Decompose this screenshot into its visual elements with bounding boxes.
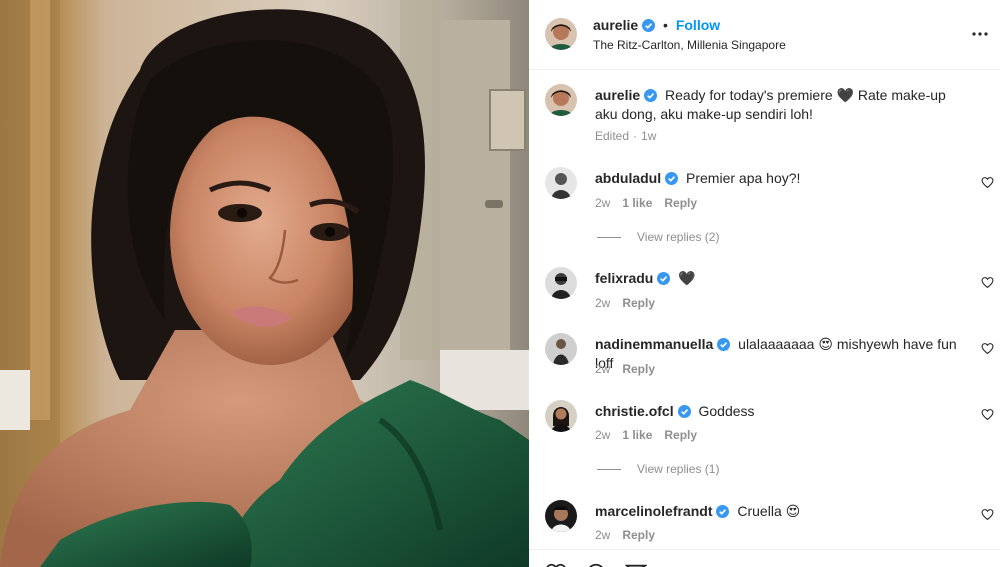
comment-username[interactable]: nadinemmanuella	[595, 336, 713, 352]
caption-avatar[interactable]	[545, 84, 577, 116]
comment-likes-count[interactable]: 1 like	[622, 196, 652, 210]
comment-likes-count[interactable]: 1 like	[622, 428, 652, 442]
reply-button[interactable]: Reply	[622, 528, 655, 542]
comment-text-block: marcelinolefrandt Cruella 😍	[595, 502, 975, 521]
comment-time: 2w	[595, 528, 611, 542]
post-detail-panel: aurelie • Follow The Ritz-Carlton, Mille…	[529, 0, 1000, 567]
verified-badge-icon	[665, 172, 679, 185]
post-image-selfie	[0, 0, 529, 567]
caption-avatar-image	[545, 84, 577, 116]
view-replies-line	[597, 469, 621, 471]
caption-edited-label: Edited	[595, 129, 630, 143]
follow-button[interactable]: Follow	[676, 17, 720, 33]
header-separator: •	[663, 17, 668, 33]
like-heart-icon[interactable]	[981, 408, 994, 421]
verified-badge-icon	[644, 89, 658, 102]
reply-button[interactable]: Reply	[622, 362, 655, 376]
caption-username[interactable]: aurelie	[595, 87, 640, 103]
view-replies-line	[597, 237, 621, 239]
author-avatar-image	[545, 18, 577, 50]
comment-icon[interactable]	[585, 562, 607, 567]
comment-time: 2w	[595, 362, 611, 376]
comment-text-block: felixradu 🖤	[595, 269, 975, 288]
like-heart-icon[interactable]	[981, 276, 994, 289]
comment-text: Cruella 😍	[733, 503, 801, 519]
view-replies-label: View replies (2)	[637, 230, 720, 244]
comment-text: Goddess	[694, 403, 755, 419]
verified-badge-icon	[717, 338, 731, 351]
share-icon[interactable]	[625, 562, 647, 567]
author-avatar[interactable]	[545, 18, 577, 50]
commenter-avatar-image	[545, 267, 577, 299]
comment-meta: 2w Reply	[595, 296, 667, 310]
comment-time: 2w	[595, 196, 611, 210]
verified-badge-icon	[677, 405, 691, 418]
post-header: aurelie • Follow The Ritz-Carlton, Mille…	[529, 0, 1000, 70]
action-bar	[529, 549, 1000, 567]
comment-text-block: abduladul Premier apa hoy?!	[595, 169, 975, 188]
post-photo[interactable]	[0, 0, 529, 567]
comment-username[interactable]: abduladul	[595, 170, 661, 186]
comment-username[interactable]: christie.ofcl	[595, 403, 674, 419]
like-heart-icon[interactable]	[981, 508, 994, 521]
comment-text: Premier apa hoy?!	[682, 170, 801, 186]
caption-time: 1w	[641, 129, 657, 143]
like-heart-icon[interactable]	[545, 562, 567, 567]
verified-badge-icon	[657, 272, 671, 285]
view-replies-link[interactable]: View replies (2)	[597, 230, 719, 244]
comment-text: 🖤	[674, 270, 696, 286]
comment-avatar[interactable]	[545, 500, 577, 532]
author-username[interactable]: aurelie	[593, 17, 638, 33]
verified-badge-icon	[716, 505, 730, 518]
caption-meta: Edited · 1w	[595, 129, 657, 143]
comment-meta: 2w 1 like Reply	[595, 196, 709, 210]
more-options-icon[interactable]	[972, 26, 988, 47]
comment-meta: 2w Reply	[595, 362, 667, 376]
more-horizontal-icon	[972, 32, 988, 36]
view-replies-link[interactable]: View replies (1)	[597, 462, 719, 476]
comment-username[interactable]: felixradu	[595, 270, 653, 286]
comment-avatar[interactable]	[545, 333, 577, 365]
comment-time: 2w	[595, 296, 611, 310]
commenter-avatar-image	[545, 167, 577, 199]
like-heart-icon[interactable]	[981, 176, 994, 189]
verified-badge-icon	[642, 19, 656, 32]
location-link[interactable]: The Ritz-Carlton, Millenia Singapore	[593, 38, 786, 52]
comment-meta: 2w 1 like Reply	[595, 428, 709, 442]
reply-button[interactable]: Reply	[664, 428, 697, 442]
comment-avatar[interactable]	[545, 167, 577, 199]
comment-time: 2w	[595, 428, 611, 442]
header-title-row: aurelie • Follow	[593, 17, 720, 33]
view-replies-label: View replies (1)	[637, 462, 720, 476]
comment-avatar[interactable]	[545, 400, 577, 432]
like-heart-icon[interactable]	[981, 342, 994, 355]
commenter-avatar-image	[545, 333, 577, 365]
reply-button[interactable]: Reply	[622, 296, 655, 310]
commenter-avatar-image	[545, 500, 577, 532]
reply-button[interactable]: Reply	[664, 196, 697, 210]
comment-meta: 2w Reply	[595, 528, 667, 542]
comment-username[interactable]: marcelinolefrandt	[595, 503, 712, 519]
caption-text-block: aurelie Ready for today's premiere 🖤 Rat…	[595, 86, 965, 124]
comment-text-block: christie.ofcl Goddess	[595, 402, 975, 421]
comment-avatar[interactable]	[545, 267, 577, 299]
commenter-avatar-image	[545, 400, 577, 432]
